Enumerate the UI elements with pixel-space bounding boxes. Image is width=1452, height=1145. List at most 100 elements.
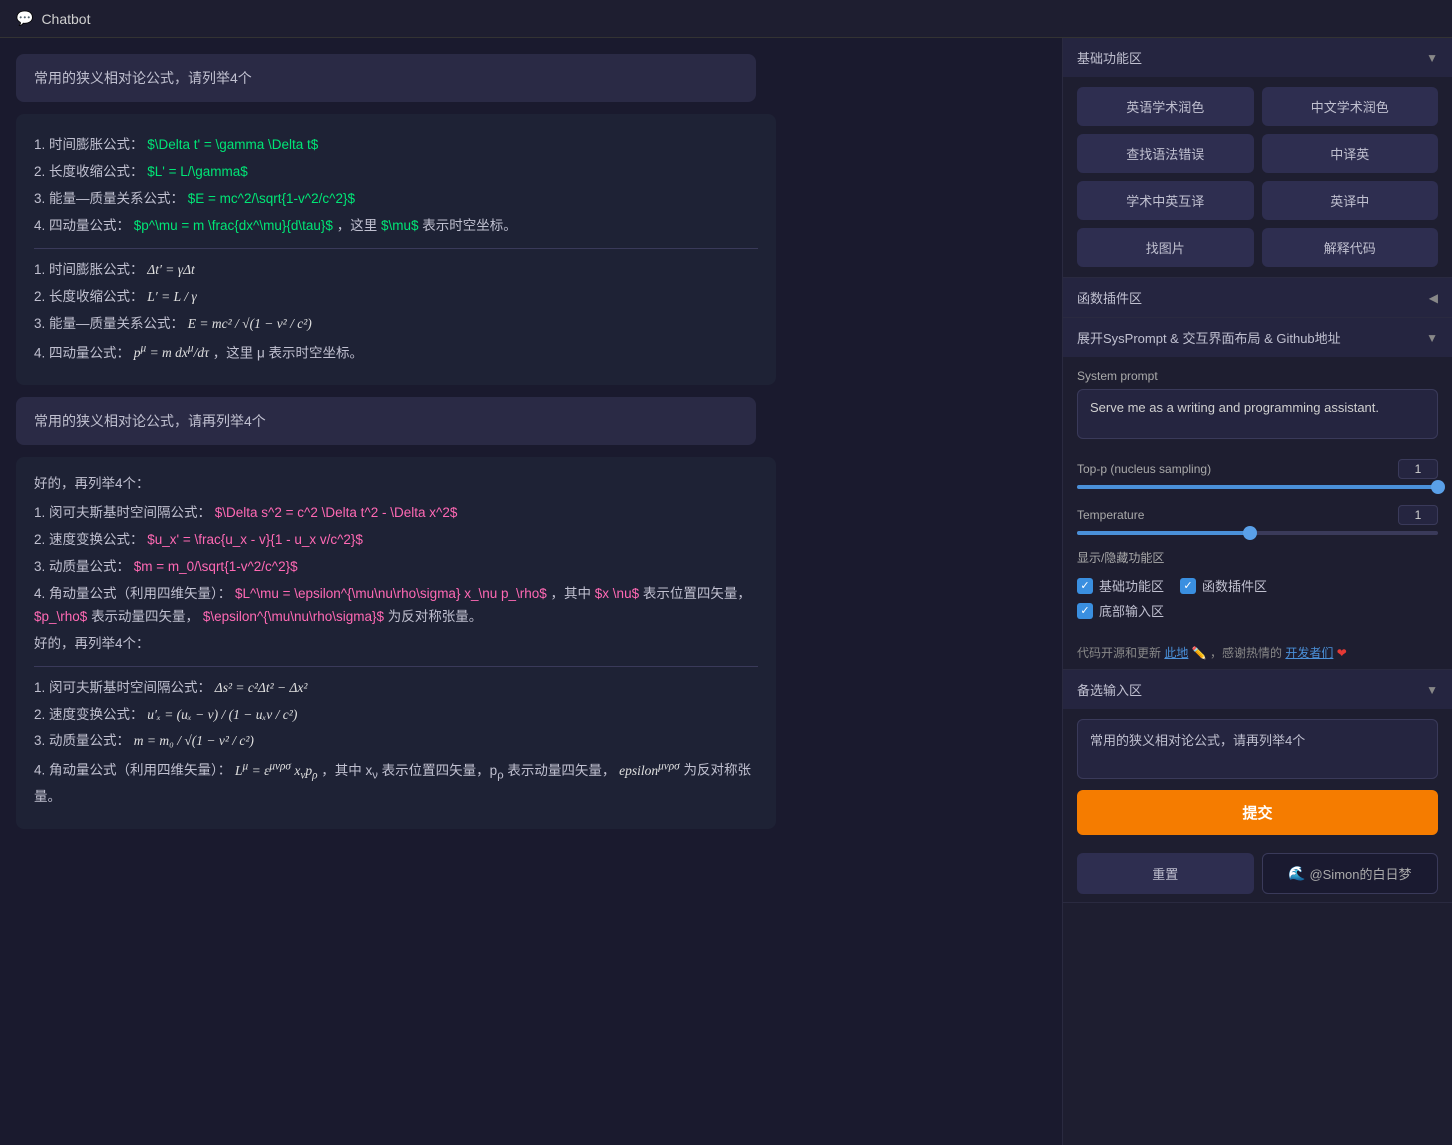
list-item-rendered: 3. 动质量公式： m = m₀ / √(1 − v² / c²): [34, 730, 758, 753]
temperature-value: 1: [1398, 505, 1438, 525]
pencil-icon: ✏️: [1192, 646, 1207, 660]
checkbox-bottom[interactable]: ✓ 底部输入区: [1077, 601, 1164, 620]
item-label: 1. 时间膨胀公式：: [34, 137, 144, 152]
basic-section-title: 基础功能区: [1077, 48, 1142, 67]
alt-textarea[interactable]: 常用的狭义相对论公式，请再列举4个: [1077, 719, 1438, 779]
rendered-formula: pμ = m dxμ/dτ: [134, 345, 209, 360]
checkbox-plugin[interactable]: ✓ 函数插件区: [1180, 576, 1267, 595]
btn-academic-translate[interactable]: 学术中英互译: [1077, 181, 1254, 220]
alt-section-title: 备选输入区: [1077, 680, 1142, 699]
plugin-section-header[interactable]: 函数插件区 ◀: [1063, 278, 1452, 317]
sysprompt-content: System prompt Serve me as a writing and …: [1063, 357, 1452, 451]
show-hide-title: 显示/隐藏功能区: [1077, 551, 1164, 565]
sidebar: 基础功能区 ▼ 英语学术润色 中文学术润色 查找语法错误 中译英 学术中英互译 …: [1062, 38, 1452, 1145]
plugin-section-title: 函数插件区: [1077, 288, 1142, 307]
item-label: 2. 长度收缩公式：: [34, 164, 144, 179]
triangle-right-icon: ◀: [1429, 291, 1438, 305]
item-label: 3. 动质量公式：: [34, 733, 130, 748]
slider-thumb-2[interactable]: [1243, 526, 1257, 540]
btn-find-image[interactable]: 找图片: [1077, 228, 1254, 267]
watermark-area: 🌊 @Simon的白日梦: [1262, 853, 1439, 894]
plugin-functions-section: 函数插件区 ◀: [1063, 278, 1452, 318]
user-message-2: 常用的狭义相对论公式，请再列举4个: [16, 397, 756, 445]
checkbox-basic-label: 基础功能区: [1099, 576, 1164, 595]
sysprompt-section-title: 展开SysPrompt & 交互界面布局 & Github地址: [1077, 328, 1341, 347]
formula-latex: $L' = L/\gamma$: [147, 164, 248, 179]
sysprompt-section-header[interactable]: 展开SysPrompt & 交互界面布局 & Github地址 ▼: [1063, 318, 1452, 357]
main-layout: 常用的狭义相对论公式，请列举4个 1. 时间膨胀公式： $\Delta t' =…: [0, 38, 1452, 1145]
chat-icon: 💬: [16, 10, 33, 27]
item-label: 1. 闵可夫斯基时空间隔公式：: [34, 680, 211, 695]
reset-button[interactable]: 重置: [1077, 853, 1254, 894]
footer-prefix: 代码开源和更新: [1077, 646, 1161, 660]
rendered-formula: u′ₓ = (uₓ − v) / (1 − uₓv / c²): [147, 707, 297, 722]
btn-explain-code[interactable]: 解释代码: [1262, 228, 1439, 267]
item-note: ，这里 μ 表示时空坐标。: [213, 345, 363, 360]
list-item: 1. 时间膨胀公式： $\Delta t' = \gamma \Delta t$: [34, 134, 758, 157]
weibo-icon: 🌊: [1288, 865, 1305, 882]
alt-input-section: 备选输入区 ▼ 常用的狭义相对论公式，请再列举4个 提交 重置 🌊 @Simon…: [1063, 670, 1452, 903]
basic-section-header[interactable]: 基础功能区 ▼: [1063, 38, 1452, 77]
formula-latex: $L^\mu = \epsilon^{\mu\nu\rho\sigma} x_\…: [235, 586, 547, 601]
formula-latex: $\Delta t' = \gamma \Delta t$: [147, 137, 318, 152]
item-note: 好的，再列举4个：: [34, 633, 758, 656]
item-label: 1. 闵可夫斯基时空间隔公式：: [34, 505, 211, 520]
chevron-down-icon-3: ▼: [1426, 683, 1438, 697]
devs-link[interactable]: 开发者们: [1285, 646, 1333, 660]
checkbox-plugin-label: 函数插件区: [1202, 576, 1267, 595]
rendered-formula: Δs² = c²Δt² − Δx²: [215, 680, 308, 695]
list-item: 2. 速度变换公式： $u_x' = \frac{u_x - v}{1 - u_…: [34, 529, 758, 552]
footer-middle: ，感谢热情的: [1210, 646, 1282, 660]
item-label: 3. 能量—质量关系公式：: [34, 191, 184, 206]
btn-en-to-zh[interactable]: 英译中: [1262, 181, 1439, 220]
checkbox-basic[interactable]: ✓ 基础功能区: [1077, 576, 1164, 595]
slider-fill: [1077, 485, 1438, 489]
sysprompt-value[interactable]: Serve me as a writing and programming as…: [1077, 389, 1438, 439]
formula-latex: $u_x' = \frac{u_x - v}{1 - u_x v/c^2}$: [147, 532, 363, 547]
rendered-formula: Δt′ = γΔt: [147, 262, 194, 277]
top-p-row: Top-p (nucleus sampling) 1: [1063, 451, 1452, 481]
formula-inline: $\mu$: [381, 218, 419, 233]
bottom-buttons: 重置 🌊 @Simon的白日梦: [1063, 845, 1452, 902]
list-item: 4. 角动量公式（利用四维矢量）： $L^\mu = \epsilon^{\mu…: [34, 583, 758, 629]
item-note: ，这里: [337, 218, 381, 233]
heart-icon: ❤: [1337, 646, 1347, 660]
list-item-rendered: 1. 闵可夫斯基时空间隔公式： Δs² = c²Δt² − Δx²: [34, 677, 758, 700]
checkbox-bottom-label: 底部输入区: [1099, 601, 1164, 620]
item-note: 为反对称张量。: [388, 609, 483, 624]
btn-chinese-academic[interactable]: 中文学术润色: [1262, 87, 1439, 126]
item-note: 表示位置四矢量，: [643, 586, 751, 601]
chat-panel: 常用的狭义相对论公式，请列举4个 1. 时间膨胀公式： $\Delta t' =…: [0, 38, 1062, 1145]
item-note: ，其中 xν 表示位置四矢量，pρ 表示动量四矢量，: [321, 763, 615, 778]
checkbox-checked-icon: ✓: [1077, 578, 1093, 594]
temperature-label: Temperature: [1077, 508, 1144, 522]
footer-link[interactable]: 此地: [1164, 646, 1188, 660]
chevron-down-icon-2: ▼: [1426, 331, 1438, 345]
formula-latex: $p^\mu = m \frac{dx^\mu}{d\tau}$: [134, 218, 333, 233]
item-label: 4. 四动量公式：: [34, 345, 130, 360]
rendered-formula: epsilonμνρσ: [619, 763, 680, 778]
slider-thumb[interactable]: [1431, 480, 1445, 494]
list-item: 1. 闵可夫斯基时空间隔公式： $\Delta s^2 = c^2 \Delta…: [34, 502, 758, 525]
formula-inline: $\epsilon^{\mu\nu\rho\sigma}$: [203, 609, 384, 624]
alt-section-header[interactable]: 备选输入区 ▼: [1063, 670, 1452, 709]
item-label: 3. 能量—质量关系公式：: [34, 316, 184, 331]
item-label: 3. 动质量公式：: [34, 559, 130, 574]
rendered-formula: E = mc² / √(1 − v² / c²): [188, 316, 312, 331]
top-p-slider[interactable]: [1063, 481, 1452, 497]
footer-links: 代码开源和更新 此地 ✏️ ，感谢热情的 开发者们 ❤: [1063, 636, 1452, 669]
item-label: 4. 四动量公式：: [34, 218, 130, 233]
btn-zh-to-en[interactable]: 中译英: [1262, 134, 1439, 173]
item-note: 表示动量四矢量，: [91, 609, 199, 624]
formula-latex: $E = mc^2/\sqrt{1-v^2/c^2}$: [188, 191, 355, 206]
temperature-slider[interactable]: [1063, 527, 1452, 543]
rendered-formula: m = m₀ / √(1 − v² / c²): [134, 733, 254, 748]
list-item-rendered: 2. 长度收缩公式： L′ = L / γ: [34, 286, 758, 309]
btn-grammar-check[interactable]: 查找语法错误: [1077, 134, 1254, 173]
btn-english-academic[interactable]: 英语学术润色: [1077, 87, 1254, 126]
top-bar: 💬 Chatbot: [0, 0, 1452, 38]
slider-track: [1077, 485, 1438, 489]
formula-latex: $\Delta s^2 = c^2 \Delta t^2 - \Delta x^…: [215, 505, 458, 520]
submit-button[interactable]: 提交: [1077, 790, 1438, 835]
list-item-rendered: 3. 能量—质量关系公式： E = mc² / √(1 − v² / c²): [34, 313, 758, 336]
